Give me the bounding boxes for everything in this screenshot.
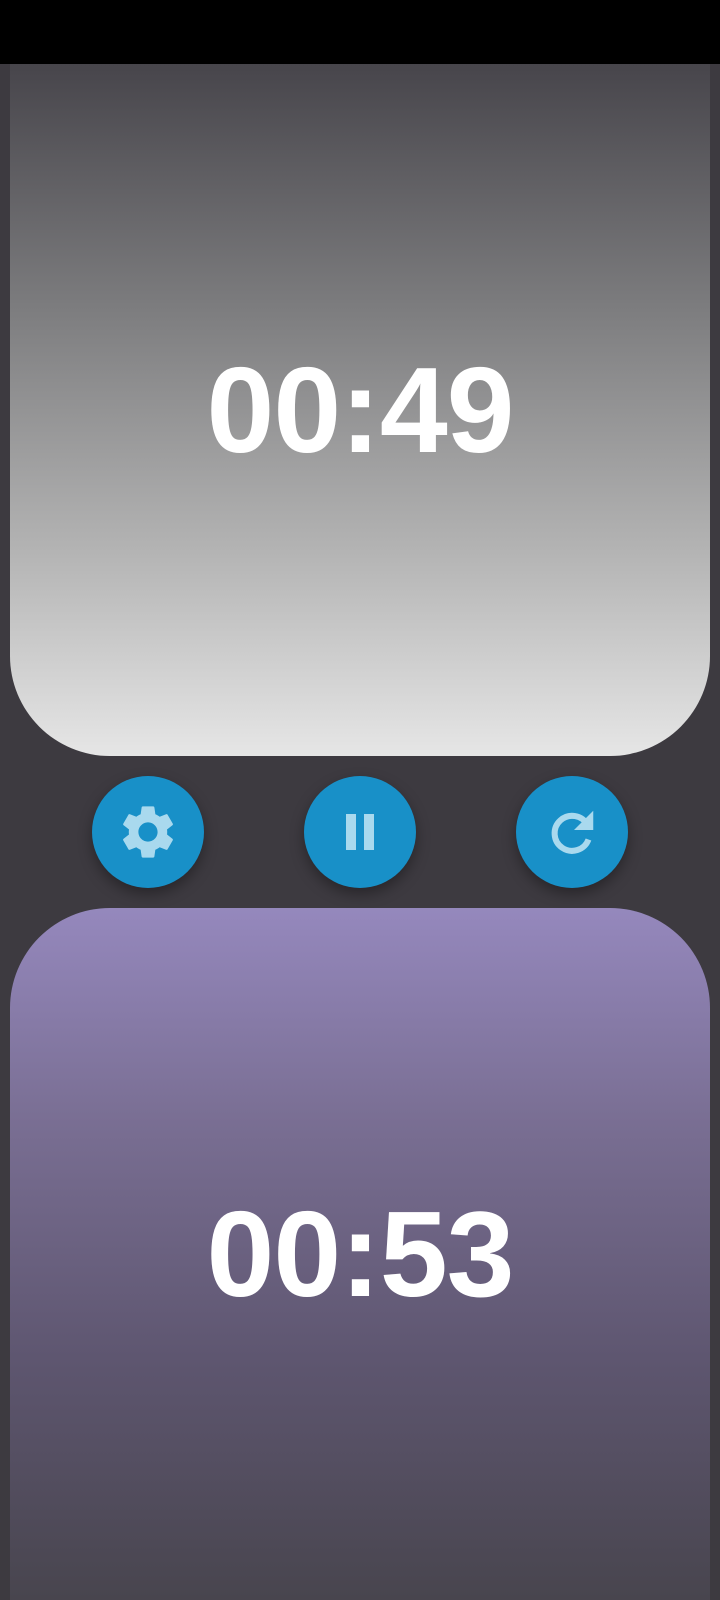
player-top-clock[interactable]: 00:49 [10,64,710,756]
reset-icon [542,802,602,862]
pause-button[interactable] [304,776,416,888]
chess-clock-app: 00:49 00:53 [0,64,720,1600]
control-bar [0,776,720,888]
reset-button[interactable] [516,776,628,888]
settings-button[interactable] [92,776,204,888]
player-bottom-clock[interactable]: 00:53 [10,908,710,1600]
pause-icon [336,808,384,856]
player-bottom-time: 00:53 [206,1186,514,1322]
player-top-time: 00:49 [206,342,514,478]
gear-icon [116,800,180,864]
status-bar [0,0,720,64]
